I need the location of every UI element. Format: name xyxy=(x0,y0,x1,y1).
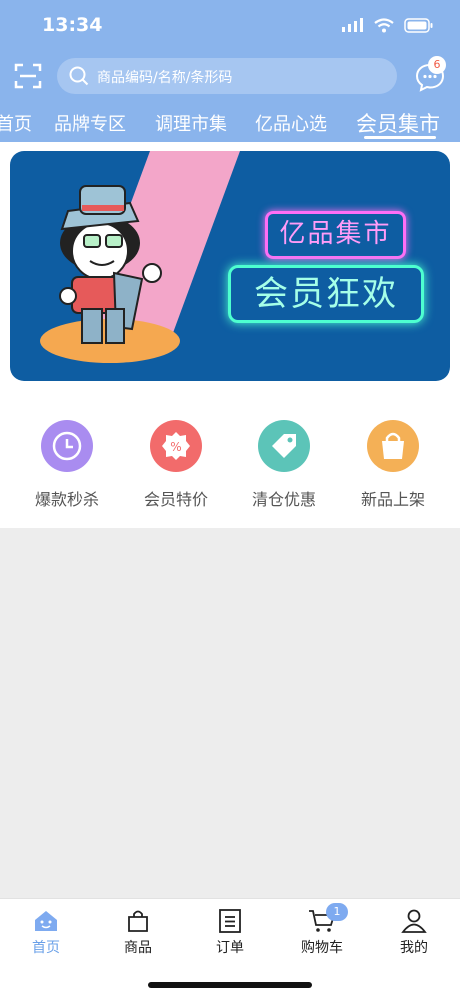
quick-member-price[interactable]: % 会员特价 xyxy=(131,420,221,510)
nav-label: 我的 xyxy=(400,940,428,956)
nav-label: 订单 xyxy=(216,940,244,956)
header: 13:34 商品编码/名称/条形码 6 首页 品牌专区 调理市集 亿品心选 会员… xyxy=(0,0,460,142)
status-bar: 13:34 xyxy=(0,0,460,50)
status-icons xyxy=(342,14,434,36)
promo-banner[interactable]: 亿品集市 会员狂欢 xyxy=(10,151,450,381)
clock-icon xyxy=(41,420,93,472)
scan-icon[interactable] xyxy=(14,62,42,90)
nav-label: 首页 xyxy=(32,940,60,956)
nav-profile[interactable]: 我的 xyxy=(368,909,460,957)
quick-label: 清仓优惠 xyxy=(251,490,316,509)
order-list-icon xyxy=(219,909,241,933)
svg-text:%: % xyxy=(170,440,181,454)
status-time: 13:34 xyxy=(42,14,103,36)
main-content: 亿品集市 会员狂欢 爆款秒杀 % 会员特价 清仓优惠 新品上架 xyxy=(0,142,460,528)
nav-label: 购物车 xyxy=(301,940,343,956)
quick-label: 爆款秒杀 xyxy=(34,490,99,509)
tab-home[interactable]: 首页 xyxy=(0,110,32,136)
battery-icon xyxy=(404,17,433,33)
shopping-bag-icon xyxy=(367,420,419,472)
search-row: 商品编码/名称/条形码 6 xyxy=(0,52,460,102)
search-icon xyxy=(69,66,89,86)
nav-orders[interactable]: 订单 xyxy=(184,909,276,957)
user-icon xyxy=(401,909,427,933)
quick-label: 会员特价 xyxy=(143,490,208,509)
category-tabs: 首页 品牌专区 调理市集 亿品心选 会员集市 xyxy=(0,104,460,142)
tab-member-market[interactable]: 会员集市 xyxy=(356,108,440,138)
tab-market[interactable]: 调理市集 xyxy=(155,110,227,136)
banner-subtitle: 会员狂欢 xyxy=(228,265,424,323)
quick-new-arrivals[interactable]: 新品上架 xyxy=(348,420,438,510)
tag-icon xyxy=(258,420,310,472)
nav-label: 商品 xyxy=(124,940,152,956)
home-indicator xyxy=(148,982,312,988)
discount-badge-icon: % xyxy=(150,420,202,472)
active-tab-indicator xyxy=(364,136,436,139)
tab-brands[interactable]: 品牌专区 xyxy=(54,110,126,136)
signal-icon xyxy=(342,18,363,32)
cart-badge: 1 xyxy=(326,903,348,921)
nav-home[interactable]: 首页 xyxy=(0,909,92,957)
quick-links: 爆款秒杀 % 会员特价 清仓优惠 新品上架 xyxy=(0,420,460,520)
bag-icon xyxy=(128,910,148,932)
message-badge: 6 xyxy=(428,56,446,74)
quick-label: 新品上架 xyxy=(360,490,425,509)
quick-clearance[interactable]: 清仓优惠 xyxy=(239,420,329,510)
nav-cart[interactable]: 购物车 xyxy=(276,909,368,957)
banner-title: 亿品集市 xyxy=(265,211,406,259)
quick-flash-sale[interactable]: 爆款秒杀 xyxy=(22,420,112,510)
search-placeholder: 商品编码/名称/条形码 xyxy=(97,70,233,86)
tab-selection[interactable]: 亿品心选 xyxy=(255,110,327,136)
search-input[interactable]: 商品编码/名称/条形码 xyxy=(57,58,397,94)
nav-products[interactable]: 商品 xyxy=(92,909,184,957)
wifi-icon xyxy=(374,17,394,32)
home-icon xyxy=(35,911,57,931)
